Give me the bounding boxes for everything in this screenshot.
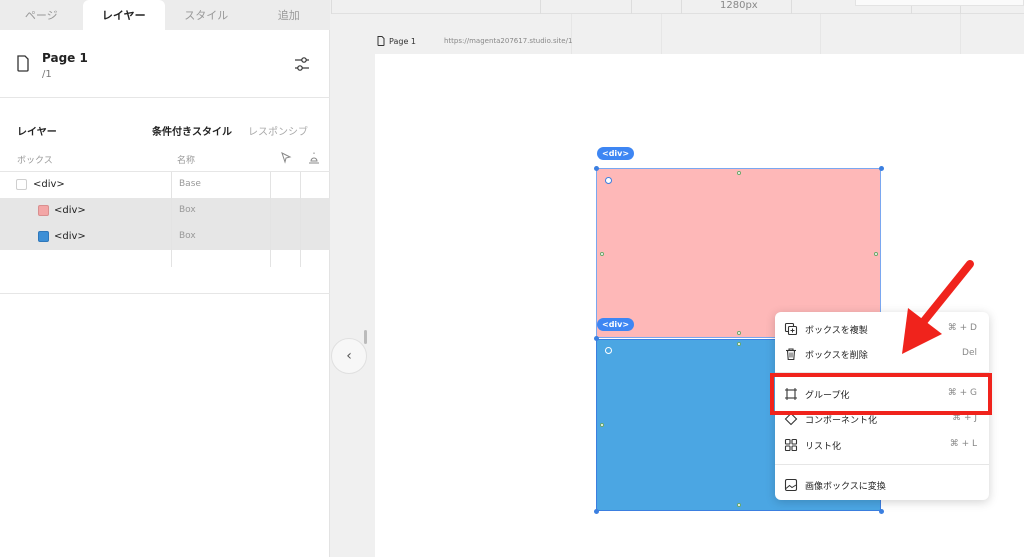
- menu-item-shortcut: ⌘ + L: [949, 439, 977, 449]
- menu-item-label: ボックスを複製: [805, 326, 868, 336]
- layer-row-blue[interactable]: <div> Box: [0, 224, 330, 250]
- layer-column-header: ボックス 名称: [0, 146, 330, 172]
- position-anchor[interactable]: [605, 347, 612, 354]
- layer-row-root[interactable]: <div> Base: [0, 172, 330, 198]
- page-label-row: Page 1 https://magenta207617.studio.site…: [331, 30, 1024, 54]
- column-box: ボックス: [17, 156, 53, 166]
- column-divider: [171, 172, 172, 267]
- padding-handle[interactable]: [737, 503, 741, 507]
- column-name: 名称: [177, 156, 196, 166]
- div-tag-bottom[interactable]: <div>: [597, 318, 635, 331]
- menu-item-label: 画像ボックスに変換: [805, 482, 886, 492]
- highlight-box: [770, 373, 992, 415]
- menu-item-list[interactable]: リスト化 ⌘ + L: [775, 433, 989, 457]
- padding-handle[interactable]: [737, 331, 741, 335]
- panel-tabs: ページ レイヤー スタイル 追加: [0, 0, 330, 30]
- conditional-style-toggle[interactable]: 条件付きスタイル: [152, 123, 232, 138]
- layer-header: レイヤー 条件付きスタイル レスポンシブ: [0, 120, 330, 140]
- layer-row-label: <div>: [54, 231, 86, 242]
- padding-handle[interactable]: [737, 171, 741, 175]
- list-icon: [784, 438, 798, 452]
- page-file-icon: [17, 55, 29, 72]
- resize-handle[interactable]: [594, 336, 599, 341]
- menu-item-label: リスト化: [805, 442, 842, 452]
- column-divider: [300, 172, 301, 267]
- collapse-panel-button[interactable]: ‹: [331, 338, 367, 374]
- chevron-left-icon: ‹: [346, 348, 352, 364]
- ruler-tick: [540, 0, 541, 14]
- page-info: Page 1 /1: [0, 30, 330, 98]
- layer-row-type: Box: [179, 231, 196, 241]
- ruler-tick: [631, 0, 632, 14]
- menu-item-image-box[interactable]: 画像ボックスに変換: [775, 473, 989, 497]
- duplicate-icon: [784, 322, 798, 336]
- layer-row-pink[interactable]: <div> Box: [0, 198, 330, 224]
- position-anchor[interactable]: [605, 177, 612, 184]
- search-field-edge[interactable]: [855, 0, 1024, 6]
- resize-handle[interactable]: [594, 166, 599, 171]
- padding-handle[interactable]: [737, 342, 741, 346]
- tab-style[interactable]: スタイル: [165, 0, 248, 30]
- image-icon: [784, 478, 798, 492]
- hover-state-icon[interactable]: [280, 152, 292, 164]
- canvas-width-label: 1280px: [720, 0, 758, 11]
- tab-page[interactable]: ページ: [0, 0, 83, 30]
- page-name: Page 1: [42, 51, 88, 65]
- layer-swatch: [16, 179, 27, 190]
- div-tag-top[interactable]: <div>: [597, 147, 635, 160]
- layer-row-label: <div>: [33, 179, 65, 190]
- resize-handle[interactable]: [879, 166, 884, 171]
- sliders-icon[interactable]: [294, 56, 310, 72]
- layer-title: レイヤー: [17, 127, 57, 138]
- padding-handle[interactable]: [600, 252, 604, 256]
- menu-separator: [775, 464, 989, 465]
- layer-swatch-blue: [38, 231, 49, 242]
- layer-list: <div> Base <div> Box <div> Box: [0, 172, 330, 294]
- page-path: /1: [42, 69, 52, 80]
- tab-add[interactable]: 追加: [248, 0, 331, 30]
- canvas-page-url[interactable]: https://magenta207617.studio.site/1: [444, 37, 572, 45]
- tab-layer[interactable]: レイヤー: [82, 0, 165, 30]
- layer-row-type: Base: [179, 179, 201, 189]
- ruler-tick: [791, 0, 792, 14]
- padding-handle[interactable]: [874, 252, 878, 256]
- layer-swatch-pink: [38, 205, 49, 216]
- layer-row-type: Box: [179, 205, 196, 215]
- page-file-icon: [377, 36, 385, 46]
- resize-handle[interactable]: [879, 509, 884, 514]
- column-divider: [270, 172, 271, 267]
- ruler-tick: [331, 0, 332, 14]
- ruler-tick: [681, 0, 682, 14]
- responsive-toggle[interactable]: レスポンシブ: [248, 123, 308, 138]
- layer-row-label: <div>: [54, 205, 86, 216]
- left-panel: ページ レイヤー スタイル 追加 Page 1 /1 レイヤー 条件付きスタイル…: [0, 0, 330, 557]
- padding-handle[interactable]: [600, 423, 604, 427]
- trash-icon: [786, 348, 796, 361]
- lightbulb-icon[interactable]: [308, 152, 320, 164]
- panel-resize-handle[interactable]: [364, 330, 367, 344]
- canvas-page-label[interactable]: Page 1: [389, 37, 416, 46]
- resize-handle[interactable]: [594, 509, 599, 514]
- red-arrow-icon: [902, 260, 974, 354]
- menu-item-label: ボックスを削除: [805, 351, 868, 361]
